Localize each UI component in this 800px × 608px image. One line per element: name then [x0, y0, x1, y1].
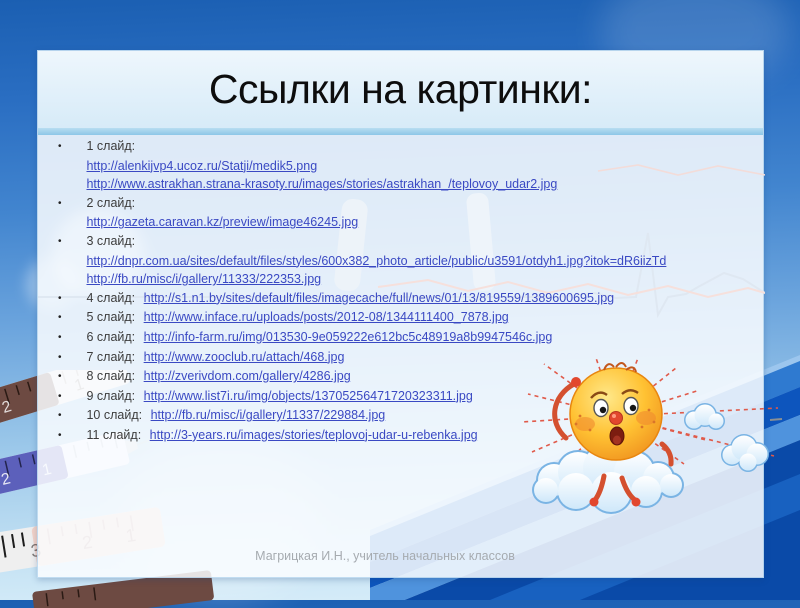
bullet-marker: •	[58, 410, 62, 422]
list-item: • 1 слайд:	[38, 137, 763, 157]
image-url-link[interactable]: http://www.list7i.ru/img/objects/1370525…	[144, 389, 473, 403]
slide-number-label: 9 слайд:	[86, 388, 136, 403]
page-title: Ссылки на картинки:	[208, 66, 593, 112]
bullet-marker: •	[58, 292, 62, 304]
slide-number-label: 10 слайд:	[86, 408, 143, 423]
slide-canvas: { "slide": { "title": "Ссылки на картинк…	[0, 0, 800, 608]
image-url-link[interactable]: http://s1.n1.by/sites/default/files/imag…	[144, 291, 614, 305]
dash-mark	[769, 418, 783, 421]
image-url-link[interactable]: http://fb.ru/misc/i/gallery/11333/222353…	[86, 272, 321, 286]
bullet-marker: •	[58, 331, 62, 343]
list-item: • 4 слайд: http://s1.n1.by/sites/default…	[38, 289, 763, 309]
slide-number-label: 5 слайд:	[86, 310, 136, 325]
image-url-link[interactable]: http://dnpr.com.ua/sites/default/files/s…	[86, 254, 666, 268]
slide-number-label: 6 слайд:	[86, 329, 136, 344]
list-item: http://dnpr.com.ua/sites/default/files/s…	[38, 252, 763, 271]
image-url-link[interactable]: http://3-years.ru/images/stories/teplovo…	[150, 428, 478, 442]
worried-sun-on-cloud-icon	[521, 357, 783, 514]
bullet-marker: •	[58, 390, 62, 402]
sun-body	[569, 362, 663, 461]
bullet-marker: •	[58, 351, 62, 363]
image-url-link[interactable]: http://fb.ru/misc/i/gallery/11337/229884…	[151, 408, 386, 422]
slide-number-label: 3 слайд:	[86, 233, 136, 248]
bullet-marker: •	[58, 312, 62, 324]
image-url-link[interactable]: http://www.astrakhan.strana-krasoty.ru/i…	[86, 177, 557, 191]
bullet-marker: •	[58, 197, 62, 209]
image-url-link[interactable]: http://zverivdom.com/gallery/4286.jpg	[144, 369, 351, 383]
bullet-marker: •	[58, 141, 62, 152]
bullet-marker: •	[58, 235, 62, 247]
slide-number-label: 4 слайд:	[86, 290, 136, 305]
list-item: http://www.astrakhan.strana-krasoty.ru/i…	[38, 175, 763, 194]
image-url-link[interactable]: http://alenkijvp4.ucoz.ru/Statji/medik5.…	[86, 159, 317, 173]
list-item: • 3 слайд:	[38, 232, 763, 252]
list-item: http://fb.ru/misc/i/gallery/11333/222353…	[38, 270, 763, 289]
image-url-link[interactable]: http://www.zooclub.ru/attach/468.jpg	[144, 350, 345, 364]
slide-number-label: 2 слайд:	[86, 195, 136, 210]
author-credit: Магрицкая И.Н., учитель начальных классо…	[255, 549, 515, 563]
title-divider	[38, 128, 763, 135]
title-band: Ссылки на картинки:	[38, 51, 763, 128]
bullet-marker: •	[58, 371, 62, 383]
slide-number-label: 11 слайд:	[86, 427, 142, 442]
image-url-link[interactable]: http://info-farm.ru/img/013530-9e059222e…	[144, 330, 553, 344]
list-item: • 5 слайд: http://www.inface.ru/uploads/…	[38, 308, 763, 328]
list-item: http://gazeta.caravan.kz/preview/image46…	[38, 213, 763, 232]
list-item: http://alenkijvp4.ucoz.ru/Statji/medik5.…	[38, 157, 763, 176]
slide-number-label: 7 слайд:	[86, 349, 136, 364]
image-url-link[interactable]: http://www.inface.ru/uploads/posts/2012-…	[144, 310, 509, 324]
slide-number-label: 1 слайд:	[86, 139, 136, 153]
slide-number-label: 8 слайд:	[86, 369, 136, 384]
list-item: • 6 слайд: http://info-farm.ru/img/01353…	[38, 328, 763, 348]
list-item: • 2 слайд:	[38, 194, 763, 214]
bullet-marker: •	[58, 429, 62, 441]
image-url-link[interactable]: http://gazeta.caravan.kz/preview/image46…	[86, 215, 358, 229]
